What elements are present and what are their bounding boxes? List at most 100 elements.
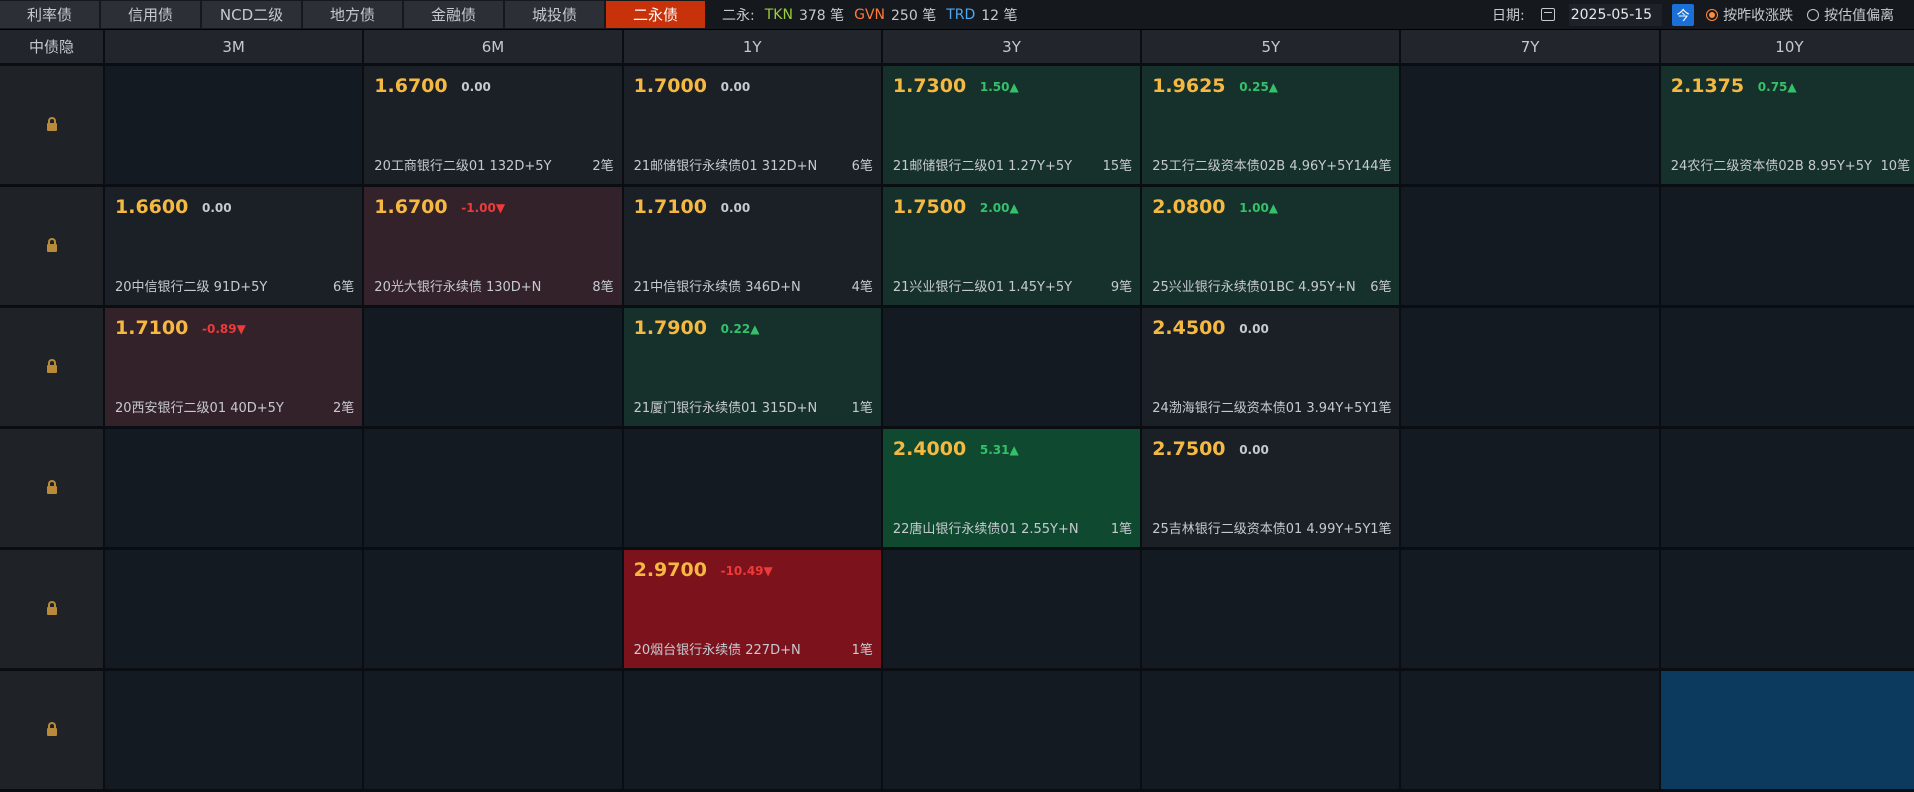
matrix-cell-empty[interactable] xyxy=(105,429,363,547)
matrix-cell[interactable]: 2.4500 0.00 24渤海银行二级资本债01 3.94Y+5Y 1笔 xyxy=(1142,308,1400,426)
matrix-cell[interactable]: 1.7900 0.22▲ 21厦门银行永续债01 315D+N 1笔 xyxy=(623,308,881,426)
matrix-cell-empty[interactable] xyxy=(1660,308,1914,426)
category-tabs: 利率债 信用债 NCD二级 地方债 金融债 城投债 二永债 xyxy=(0,0,707,29)
matrix-cell[interactable]: 1.7500 2.00▲ 21兴业银行二级01 1.45Y+5Y 9笔 xyxy=(882,187,1141,305)
date-input[interactable]: 2025-05-15 xyxy=(1568,3,1663,26)
column-header[interactable]: 3Y xyxy=(882,30,1141,63)
tkn-label: TKN xyxy=(764,6,793,23)
cell-price: 1.7100 xyxy=(633,196,707,218)
column-header[interactable]: 7Y xyxy=(1401,30,1659,63)
cell-price: 2.4500 xyxy=(1152,317,1226,339)
cell-price: 1.6600 xyxy=(115,196,189,218)
row-lock-cell[interactable] xyxy=(0,308,103,426)
matrix-cell-empty[interactable] xyxy=(1142,671,1400,789)
calendar-icon[interactable] xyxy=(1540,8,1555,21)
matrix-cell[interactable]: 2.1375 0.75▲ 24农行二级资本债02B 8.95Y+5Y 10笔 xyxy=(1660,66,1914,184)
tab-0[interactable]: 利率债 xyxy=(0,1,99,28)
row-lock-cell[interactable] xyxy=(0,550,103,668)
matrix-cell-empty[interactable] xyxy=(364,308,622,426)
cell-bond-name: 20西安银行二级01 40D+5Y xyxy=(115,401,284,416)
matrix-cell[interactable]: 1.9625 0.25▲ 25工行二级资本债02B 4.96Y+5Y 144笔 xyxy=(1142,66,1400,184)
trd-label: TRD xyxy=(946,6,976,23)
lock-icon xyxy=(46,238,57,252)
cell-trade-count: 1笔 xyxy=(851,401,873,416)
matrix-cell-empty[interactable] xyxy=(623,429,881,547)
cell-trade-count: 2笔 xyxy=(333,401,355,416)
matrix-cell-empty[interactable] xyxy=(1401,187,1659,305)
date-controls: 日期: 2025-05-15 今 按昨收涨跌 按估值偏离 xyxy=(1492,0,1908,29)
radio-unselected-icon xyxy=(1807,8,1820,21)
cell-trade-count: 1笔 xyxy=(1110,522,1133,537)
cell-price: 1.7100 xyxy=(115,317,189,339)
matrix-cell[interactable]: 1.6700 0.00 20工商银行二级01 132D+5Y 2笔 xyxy=(364,66,622,184)
cell-bond-name: 21厦门银行永续债01 315D+N xyxy=(633,401,818,416)
row-lock-cell[interactable] xyxy=(0,671,103,789)
lock-icon xyxy=(46,480,57,494)
matrix-cell-empty[interactable] xyxy=(105,671,363,789)
matrix-cell[interactable]: 1.7100 -0.89▼ 20西安银行二级01 40D+5Y 2笔 xyxy=(105,308,363,426)
matrix-cell-empty[interactable] xyxy=(1401,66,1659,184)
cell-change: 0.00 xyxy=(202,201,232,215)
tab-5[interactable]: 城投债 xyxy=(505,1,604,28)
cell-trade-count: 6笔 xyxy=(851,159,873,174)
radio-by-prev-close-label: 按昨收涨跌 xyxy=(1723,7,1794,24)
matrix-cell-empty[interactable] xyxy=(882,308,1141,426)
matrix-cell[interactable]: 2.9700 -10.49▼ 20烟台银行永续债 227D+N 1笔 xyxy=(623,550,881,668)
cell-price: 1.9625 xyxy=(1152,75,1226,97)
matrix-cell-empty[interactable] xyxy=(1660,187,1914,305)
tab-6[interactable]: 二永债 xyxy=(606,1,705,28)
matrix-cell-empty[interactable] xyxy=(1660,550,1914,668)
today-button[interactable]: 今 xyxy=(1672,3,1695,26)
cell-change: -0.89▼ xyxy=(202,322,246,336)
matrix-cell[interactable]: 2.7500 0.00 25吉林银行二级资本债01 4.99Y+5Y 1笔 xyxy=(1142,429,1400,547)
radio-by-valuation[interactable]: 按估值偏离 xyxy=(1807,5,1894,25)
tab-2[interactable]: NCD二级 xyxy=(202,1,301,28)
cell-price: 2.7500 xyxy=(1152,438,1226,460)
cell-price: 1.6700 xyxy=(374,75,448,97)
tab-4[interactable]: 金融债 xyxy=(404,1,503,28)
column-header[interactable]: 1Y xyxy=(623,30,881,63)
radio-by-prev-close[interactable]: 按昨收涨跌 xyxy=(1706,5,1793,25)
matrix-cell-empty[interactable] xyxy=(882,671,1141,789)
corner-header[interactable]: 中债隐 xyxy=(0,30,103,63)
matrix-cell[interactable]: 1.6700 -1.00▼ 20光大银行永续债 130D+N 8笔 xyxy=(364,187,622,305)
matrix-cell-empty[interactable] xyxy=(1401,671,1659,789)
matrix-cell-empty[interactable] xyxy=(882,550,1141,668)
cell-change: 0.00 xyxy=(1239,322,1269,336)
row-lock-cell[interactable] xyxy=(0,429,103,547)
column-header[interactable]: 6M xyxy=(364,30,622,63)
cell-bond-name: 20中信银行二级 91D+5Y xyxy=(115,280,268,295)
matrix-cell[interactable]: 1.7100 0.00 21中信银行永续债 346D+N 4笔 xyxy=(623,187,881,305)
trd-value: 12 笔 xyxy=(981,7,1018,24)
column-header[interactable]: 3M xyxy=(105,30,363,63)
matrix-cell[interactable]: 1.7000 0.00 21邮储银行永续债01 312D+N 6笔 xyxy=(623,66,881,184)
matrix-cell-empty[interactable] xyxy=(364,671,622,789)
column-header[interactable]: 5Y xyxy=(1142,30,1400,63)
cell-bond-name: 24农行二级资本债02B 8.95Y+5Y xyxy=(1670,159,1872,174)
matrix-cell-empty[interactable] xyxy=(1660,671,1914,789)
matrix-cell-empty[interactable] xyxy=(364,550,622,668)
matrix-cell[interactable]: 1.7300 1.50▲ 21邮储银行二级01 1.27Y+5Y 15笔 xyxy=(882,66,1141,184)
cell-price: 1.7300 xyxy=(892,75,967,97)
row-lock-cell[interactable] xyxy=(0,187,103,305)
matrix-cell-empty[interactable] xyxy=(1401,308,1659,426)
matrix-cell[interactable]: 1.6600 0.00 20中信银行二级 91D+5Y 6笔 xyxy=(105,187,363,305)
matrix-cell[interactable]: 2.4000 5.31▲ 22唐山银行永续债01 2.55Y+N 1笔 xyxy=(882,429,1141,547)
matrix-cell-empty[interactable] xyxy=(1142,550,1400,668)
tab-1[interactable]: 信用债 xyxy=(101,1,200,28)
matrix-cell[interactable]: 2.0800 1.00▲ 25兴业银行永续债01BC 4.95Y+N 6笔 xyxy=(1142,187,1400,305)
matrix-cell-empty[interactable] xyxy=(105,66,363,184)
column-header[interactable]: 10Y xyxy=(1660,30,1914,63)
matrix-cell-empty[interactable] xyxy=(623,671,881,789)
tab-3[interactable]: 地方债 xyxy=(303,1,402,28)
cell-change: 0.25▲ xyxy=(1239,80,1279,94)
cell-price: 2.9700 xyxy=(633,559,707,581)
matrix-cell-empty[interactable] xyxy=(1401,429,1659,547)
matrix-cell-empty[interactable] xyxy=(364,429,622,547)
matrix-cell-empty[interactable] xyxy=(1660,429,1914,547)
matrix-cell-empty[interactable] xyxy=(105,550,363,668)
cell-change: 0.00 xyxy=(1239,443,1269,457)
row-lock-cell[interactable] xyxy=(0,66,103,184)
matrix-cell-empty[interactable] xyxy=(1401,550,1659,668)
lock-icon xyxy=(46,117,57,131)
